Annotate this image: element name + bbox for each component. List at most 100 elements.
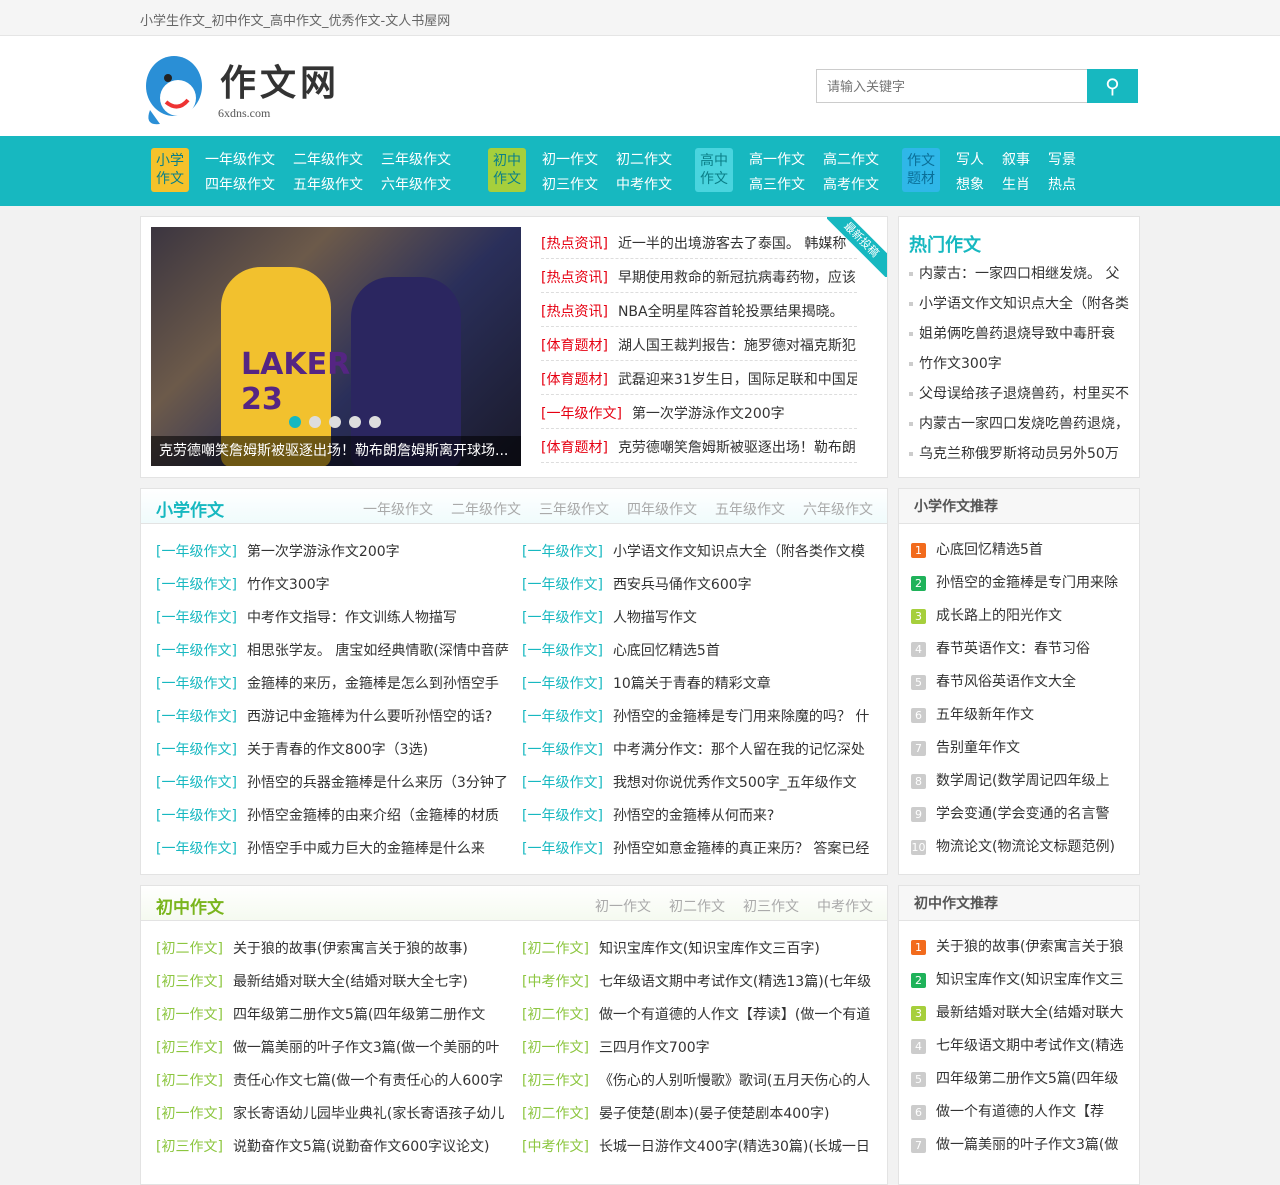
list-item[interactable]: [初一作文] 家长寄语幼儿园毕业典礼(家长寄语孩子幼儿 bbox=[156, 1098, 522, 1131]
list-item[interactable]: [初一作文] 三四月作文700字 bbox=[522, 1032, 888, 1065]
nav-link[interactable]: 三年级作文 bbox=[381, 148, 451, 173]
hot-item[interactable]: 姐弟俩吃兽药退烧导致中毒肝衰 bbox=[909, 319, 1134, 349]
item-tag[interactable]: [初一作文] bbox=[522, 1040, 589, 1056]
rank-title[interactable]: 春节风俗英语作文大全 bbox=[936, 674, 1076, 690]
item-title[interactable]: 三四月作文700字 bbox=[599, 1040, 710, 1056]
hot-item[interactable]: 竹作文300字 bbox=[909, 349, 1134, 379]
rank-title[interactable]: 心底回忆精选5首 bbox=[936, 542, 1043, 558]
news-title[interactable]: 湖人国王裁判报告：施罗德对福克斯犯 bbox=[618, 338, 856, 354]
list-item[interactable]: [一年级作文] 竹作文300字 bbox=[156, 569, 522, 602]
rank-title[interactable]: 知识宝库作文(知识宝库作文三 bbox=[936, 972, 1123, 988]
rank-title[interactable]: 七年级语文期中考试作文(精选 bbox=[936, 1038, 1123, 1054]
news-item[interactable]: [一年级作文] 第一次学游泳作文200字 bbox=[541, 395, 857, 429]
slider-dot[interactable] bbox=[289, 416, 301, 428]
item-tag[interactable]: [初一作文] bbox=[156, 1007, 223, 1023]
hot-item[interactable]: 父母误给孩子退烧兽药，村里买不 bbox=[909, 379, 1134, 409]
nav-badge[interactable]: 高中 作文 bbox=[695, 148, 733, 192]
item-title[interactable]: 做一个有道德的人作文【荐读】(做一个有道 bbox=[599, 1007, 870, 1023]
item-tag[interactable]: [初二作文] bbox=[156, 1073, 223, 1089]
item-tag[interactable]: [中考作文] bbox=[522, 1139, 589, 1155]
rank-item[interactable]: 4 七年级语文期中考试作文(精选 bbox=[911, 1030, 1139, 1063]
item-title[interactable]: 关于狼的故事(伊索寓言关于狼的故事) bbox=[233, 941, 468, 957]
list-item[interactable]: [一年级作文] 孙悟空如意金箍棒的真正来历？ 答案已经 bbox=[522, 833, 888, 866]
item-title[interactable]: 《伤心的人别听慢歌》歌词(五月天伤心的人 bbox=[599, 1073, 870, 1089]
item-title[interactable]: 孙悟空的金箍棒从何而来? bbox=[613, 808, 774, 824]
item-title[interactable]: 第一次学游泳作文200字 bbox=[247, 544, 400, 560]
item-tag[interactable]: [中考作文] bbox=[522, 974, 589, 990]
nav-link[interactable]: 初二作文 bbox=[616, 148, 672, 173]
item-title[interactable]: 我想对你说优秀作文500字_五年级作文 bbox=[613, 775, 857, 791]
rank-item[interactable]: 8 数学周记(数学周记四年级上 bbox=[911, 765, 1139, 798]
rank-item[interactable]: 2 孙悟空的金箍棒是专门用来除 bbox=[911, 567, 1139, 600]
nav-link[interactable]: 四年级作文 bbox=[205, 173, 275, 198]
list-item[interactable]: [一年级作文] 人物描写作文 bbox=[522, 602, 888, 635]
list-item[interactable]: [一年级作文] 孙悟空的兵器金箍棒是什么来历（3分钟了 bbox=[156, 767, 522, 800]
item-title[interactable]: 中考满分作文：那个人留在我的记忆深处 bbox=[613, 742, 865, 758]
list-item[interactable]: [一年级作文] 孙悟空金箍棒的由来介绍（金箍棒的材质 bbox=[156, 800, 522, 833]
item-tag[interactable]: [一年级作文] bbox=[522, 709, 603, 725]
hot-item[interactable]: 乌克兰称俄罗斯将动员另外50万 bbox=[909, 439, 1134, 469]
section-tab[interactable]: 中考作文 bbox=[817, 896, 873, 916]
slider-dot[interactable] bbox=[349, 416, 361, 428]
slider-dot[interactable] bbox=[309, 416, 321, 428]
news-title[interactable]: 克劳德嘲笑詹姆斯被驱逐出场！勒布朗 bbox=[618, 440, 856, 456]
rank-title[interactable]: 五年级新年作文 bbox=[936, 707, 1034, 723]
item-tag[interactable]: [一年级作文] bbox=[522, 808, 603, 824]
hot-item[interactable]: 内蒙古：一家四口相继发烧。 父 bbox=[909, 259, 1134, 289]
news-tag[interactable]: [体育题材] bbox=[541, 440, 608, 456]
list-item[interactable]: [中考作文] 七年级语文期中考试作文(精选13篇)(七年级 bbox=[522, 966, 888, 999]
rank-title[interactable]: 孙悟空的金箍棒是专门用来除 bbox=[936, 575, 1118, 591]
news-title[interactable]: 第一次学游泳作文200字 bbox=[632, 406, 785, 422]
news-title[interactable]: 武磊迎来31岁生日，国际足联和中国足 bbox=[618, 372, 857, 388]
list-item[interactable]: [一年级作文] 西游记中金箍棒为什么要听孙悟空的话? bbox=[156, 701, 522, 734]
list-item[interactable]: [初二作文] 责任心作文七篇(做一个有责任心的人600字 bbox=[156, 1065, 522, 1098]
rank-title[interactable]: 四年级第二册作文5篇(四年级 bbox=[936, 1071, 1118, 1087]
list-item[interactable]: [一年级作文] 小学语文作文知识点大全（附各类作文模 bbox=[522, 536, 888, 569]
rank-item[interactable]: 1 关于狼的故事(伊索寓言关于狼 bbox=[911, 931, 1139, 964]
item-tag[interactable]: [一年级作文] bbox=[522, 577, 603, 593]
item-title[interactable]: 心底回忆精选5首 bbox=[613, 643, 720, 659]
item-title[interactable]: 中考作文指导：作文训练人物描写 bbox=[247, 610, 457, 626]
section-tab[interactable]: 二年级作文 bbox=[451, 499, 521, 519]
list-item[interactable]: [初二作文] 晏子使楚(剧本)(晏子使楚剧本400字) bbox=[522, 1098, 888, 1131]
section-tab[interactable]: 初二作文 bbox=[669, 896, 725, 916]
section-tab[interactable]: 一年级作文 bbox=[363, 499, 433, 519]
nav-link[interactable]: 一年级作文 bbox=[205, 148, 275, 173]
list-item[interactable]: [初二作文] 做一个有道德的人作文【荐读】(做一个有道 bbox=[522, 999, 888, 1032]
news-item[interactable]: [热点资讯] 早期使用救命的新冠抗病毒药物，应该 bbox=[541, 259, 857, 293]
rank-item[interactable]: 1 心底回忆精选5首 bbox=[911, 534, 1139, 567]
slider-dot[interactable] bbox=[329, 416, 341, 428]
item-title[interactable]: 人物描写作文 bbox=[613, 610, 697, 626]
nav-link[interactable]: 初三作文 bbox=[542, 173, 598, 198]
nav-link[interactable]: 六年级作文 bbox=[381, 173, 451, 198]
rank-title[interactable]: 最新结婚对联大全(结婚对联大 bbox=[936, 1005, 1123, 1021]
rank-item[interactable]: 6 五年级新年作文 bbox=[911, 699, 1139, 732]
hot-item[interactable]: 内蒙古一家四口发烧吃兽药退烧， bbox=[909, 409, 1134, 439]
nav-link[interactable]: 高二作文 bbox=[823, 148, 879, 173]
nav-link[interactable]: 叙事 bbox=[1002, 148, 1030, 173]
news-item[interactable]: [体育题材] 湖人国王裁判报告：施罗德对福克斯犯 bbox=[541, 327, 857, 361]
item-tag[interactable]: [一年级作文] bbox=[522, 775, 603, 791]
rank-item[interactable]: 3 成长路上的阳光作文 bbox=[911, 600, 1139, 633]
nav-link[interactable]: 写景 bbox=[1048, 148, 1076, 173]
rank-item[interactable]: 7 告别童年作文 bbox=[911, 732, 1139, 765]
section-title[interactable]: 小学作文 bbox=[156, 496, 224, 521]
list-item[interactable]: [一年级作文] 第一次学游泳作文200字 bbox=[156, 536, 522, 569]
list-item[interactable]: [一年级作文] 西安兵马俑作文600字 bbox=[522, 569, 888, 602]
item-tag[interactable]: [一年级作文] bbox=[522, 643, 603, 659]
rank-title[interactable]: 关于狼的故事(伊索寓言关于狼 bbox=[936, 939, 1123, 955]
item-title[interactable]: 责任心作文七篇(做一个有责任心的人600字 bbox=[233, 1073, 503, 1089]
slider-caption[interactable]: 克劳德嘲笑詹姆斯被驱逐出场！勒布朗詹姆斯离开球场... bbox=[151, 436, 521, 466]
rank-item[interactable]: 6 做一个有道德的人作文【荐 bbox=[911, 1096, 1139, 1129]
item-title[interactable]: 七年级语文期中考试作文(精选13篇)(七年级 bbox=[599, 974, 871, 990]
nav-badge[interactable]: 初中 作文 bbox=[488, 148, 526, 192]
rank-item[interactable]: 5 春节风俗英语作文大全 bbox=[911, 666, 1139, 699]
nav-link[interactable]: 高一作文 bbox=[749, 148, 805, 173]
item-tag[interactable]: [一年级作文] bbox=[156, 610, 237, 626]
list-item[interactable]: [一年级作文] 关于青春的作文800字（3选) bbox=[156, 734, 522, 767]
logo[interactable]: 作文网 6xdns.com bbox=[142, 50, 362, 130]
news-item[interactable]: [体育题材] 武磊迎来31岁生日，国际足联和中国足 bbox=[541, 361, 857, 395]
rank-item[interactable]: 7 做一篇美丽的叶子作文3篇(做 bbox=[911, 1129, 1139, 1162]
list-item[interactable]: [一年级作文] 我想对你说优秀作文500字_五年级作文 bbox=[522, 767, 888, 800]
item-title[interactable]: 孙悟空金箍棒的由来介绍（金箍棒的材质 bbox=[247, 808, 499, 824]
